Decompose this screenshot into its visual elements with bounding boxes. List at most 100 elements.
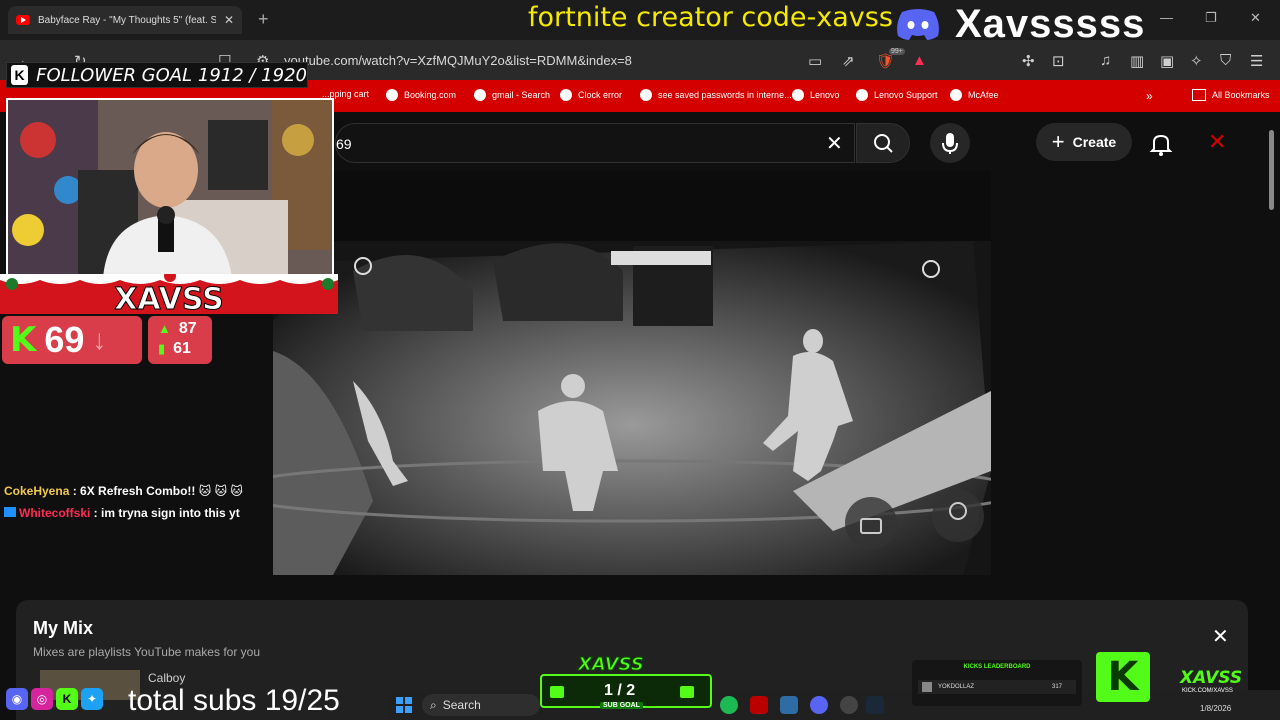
page-scrollbar[interactable] [1267, 116, 1276, 586]
mix-item-artist[interactable]: Calboy [148, 671, 185, 685]
kick-logo-icon: K [11, 65, 29, 85]
windows-start-icon[interactable] [396, 697, 412, 713]
steam-icon[interactable] [866, 696, 884, 714]
microphone-icon [942, 133, 958, 154]
creator-code-text: fortnite creator code-xavss [528, 2, 893, 33]
kick-logo-icon: K [1096, 652, 1150, 702]
bookmark-item[interactable]: Lenovo [792, 89, 840, 101]
bookmark-item[interactable]: Clock error [560, 89, 622, 101]
discord-taskbar-icon[interactable] [810, 696, 828, 714]
url-field[interactable]: youtube.com/watch?v=XzfMQJMuY2o&list=RDM… [284, 53, 632, 68]
tab-close-icon[interactable]: ✕ [224, 13, 234, 27]
system-date: 1/8/2026 [1200, 704, 1232, 713]
brave-rewards-icon[interactable]: ▲ [912, 52, 927, 69]
window-close-button[interactable]: ✕ [1250, 10, 1261, 26]
plus-icon: + [1051, 129, 1065, 154]
brave-badge: 99+ [889, 48, 905, 55]
up-triangle-icon: ▲ [158, 321, 171, 336]
sidebar-icon[interactable]: ▥ [1130, 52, 1144, 70]
globe-icon [856, 89, 868, 101]
obs-icon[interactable] [840, 696, 858, 714]
gift-icon [680, 686, 694, 698]
bookmark-item[interactable]: gmail - Search [474, 89, 550, 101]
screen: Babyface Ray - "My Thoughts 5" (feat. Sa… [0, 0, 1280, 720]
app-icon[interactable] [780, 696, 798, 714]
create-button[interactable]: + Create [1036, 123, 1132, 161]
mix-close-icon[interactable]: ✕ [1212, 624, 1229, 649]
search-icon [640, 89, 652, 101]
sub-goal-label: SUB GOAL [600, 702, 643, 709]
bookmark-item[interactable]: McAfee [950, 89, 999, 101]
chat-username: CokeHyena [4, 484, 70, 498]
bookmark-item[interactable]: see saved passwords in interne... [640, 89, 792, 101]
video-player[interactable] [273, 171, 991, 575]
search-icon [874, 134, 893, 153]
streamer-banner: XAVSS [0, 274, 338, 318]
kicks-leaderboard: KICKS LEADERBOARD YOKDOLLAZ 317 [912, 660, 1082, 706]
kick-logo-icon: K [10, 320, 37, 360]
viewer-count: 69 [44, 319, 85, 360]
tab-title: Babyface Ray - "My Thoughts 5" (feat. Sa… [38, 14, 216, 26]
video-frame [273, 171, 991, 575]
notifications-bell-icon[interactable] [1148, 131, 1174, 157]
folder-icon [1192, 89, 1206, 101]
kick-viewer-count: K 69 ↓ [2, 316, 142, 364]
discord-icon [897, 9, 939, 40]
leaderboard-avatar [922, 682, 932, 692]
follower-goal: K FOLLOWER GOAL 1912 / 1920 [6, 62, 308, 88]
wallet-icon[interactable]: ▣ [1160, 52, 1174, 70]
voice-search-button[interactable] [930, 123, 970, 163]
search-input[interactable]: 69 [335, 123, 855, 163]
browser-tab[interactable]: Babyface Ray - "My Thoughts 5" (feat. Sa… [8, 6, 242, 34]
search-button[interactable] [856, 123, 910, 163]
chat-message: CokeHyena : 6X Refresh Combo!! 🐱 🐱 🐱 [4, 484, 243, 498]
create-label: Create [1072, 134, 1117, 150]
scrollbar-thumb[interactable] [1269, 130, 1274, 210]
kick-brand-url: KICK.COM/XAVSS [1182, 688, 1233, 694]
menu-icon[interactable]: ☰ [1250, 52, 1263, 70]
discord-icon: ◉ [6, 688, 28, 710]
kick-icon: K [56, 688, 78, 710]
youtube-icon [16, 15, 30, 25]
leaderboard-row: YOKDOLLAZ 317 [918, 680, 1076, 694]
spotify-icon[interactable] [720, 696, 738, 714]
minimize-button[interactable]: — [1160, 10, 1173, 25]
webcam-feed [6, 98, 334, 276]
kick-brand-name: XAVSS [1180, 668, 1243, 688]
leaderboard-title: KICKS LEADERBOARD [963, 664, 1031, 670]
search-icon: ⌕ [430, 697, 437, 712]
follower-goal-text: FOLLOWER GOAL 1912 / 1920 [36, 64, 307, 86]
webcam-image [8, 100, 332, 274]
stat-bars-row: ▮ 61 [158, 340, 191, 357]
cast-icon[interactable]: ▭ [808, 52, 822, 70]
search-value: 69 [336, 136, 352, 152]
leo-ai-icon[interactable]: ✧ [1190, 52, 1203, 70]
all-bookmarks-button[interactable]: All Bookmarks [1192, 89, 1270, 101]
mix-subtitle: Mixes are playlists YouTube makes for yo… [33, 645, 260, 659]
bookmarks-overflow-icon[interactable]: » [1146, 89, 1153, 103]
globe-icon [950, 89, 962, 101]
social-icons: ◉ ◎ K ✦ [6, 688, 103, 710]
mix-title: My Mix [33, 618, 94, 638]
avatar-close-icon[interactable]: ✕ [1208, 129, 1226, 155]
share-icon[interactable]: ⇗ [842, 52, 855, 70]
restore-button[interactable]: ❐ [1205, 10, 1217, 26]
netflix-icon[interactable] [750, 696, 768, 714]
reader-icon[interactable]: ⊡ [1052, 52, 1065, 70]
instagram-icon: ◎ [31, 688, 53, 710]
sub-goal-count: 1 / 2 [604, 682, 636, 699]
new-tab-button[interactable]: + [258, 9, 269, 30]
bar-chart-icon: ▮ [158, 341, 166, 356]
extensions-icon[interactable]: ✣ [1022, 52, 1035, 70]
bookmark-item[interactable]: Lenovo Support [856, 89, 938, 101]
globe-icon [386, 89, 398, 101]
vpn-icon[interactable]: ⛉ [1220, 52, 1231, 69]
chat-username: Whitecoffski [19, 506, 91, 520]
bookmark-item[interactable]: Booking.com [386, 89, 456, 101]
music-icon[interactable]: ♫ [1100, 52, 1111, 69]
stream-stats: ▲ 87 ▮ 61 [148, 316, 212, 364]
taskbar-search[interactable]: ⌕ Search [422, 694, 540, 716]
search-clear-icon[interactable]: ✕ [826, 131, 843, 156]
leaderboard-user: YOKDOLLAZ [938, 684, 975, 690]
taskbar-search-label: Search [442, 698, 481, 712]
